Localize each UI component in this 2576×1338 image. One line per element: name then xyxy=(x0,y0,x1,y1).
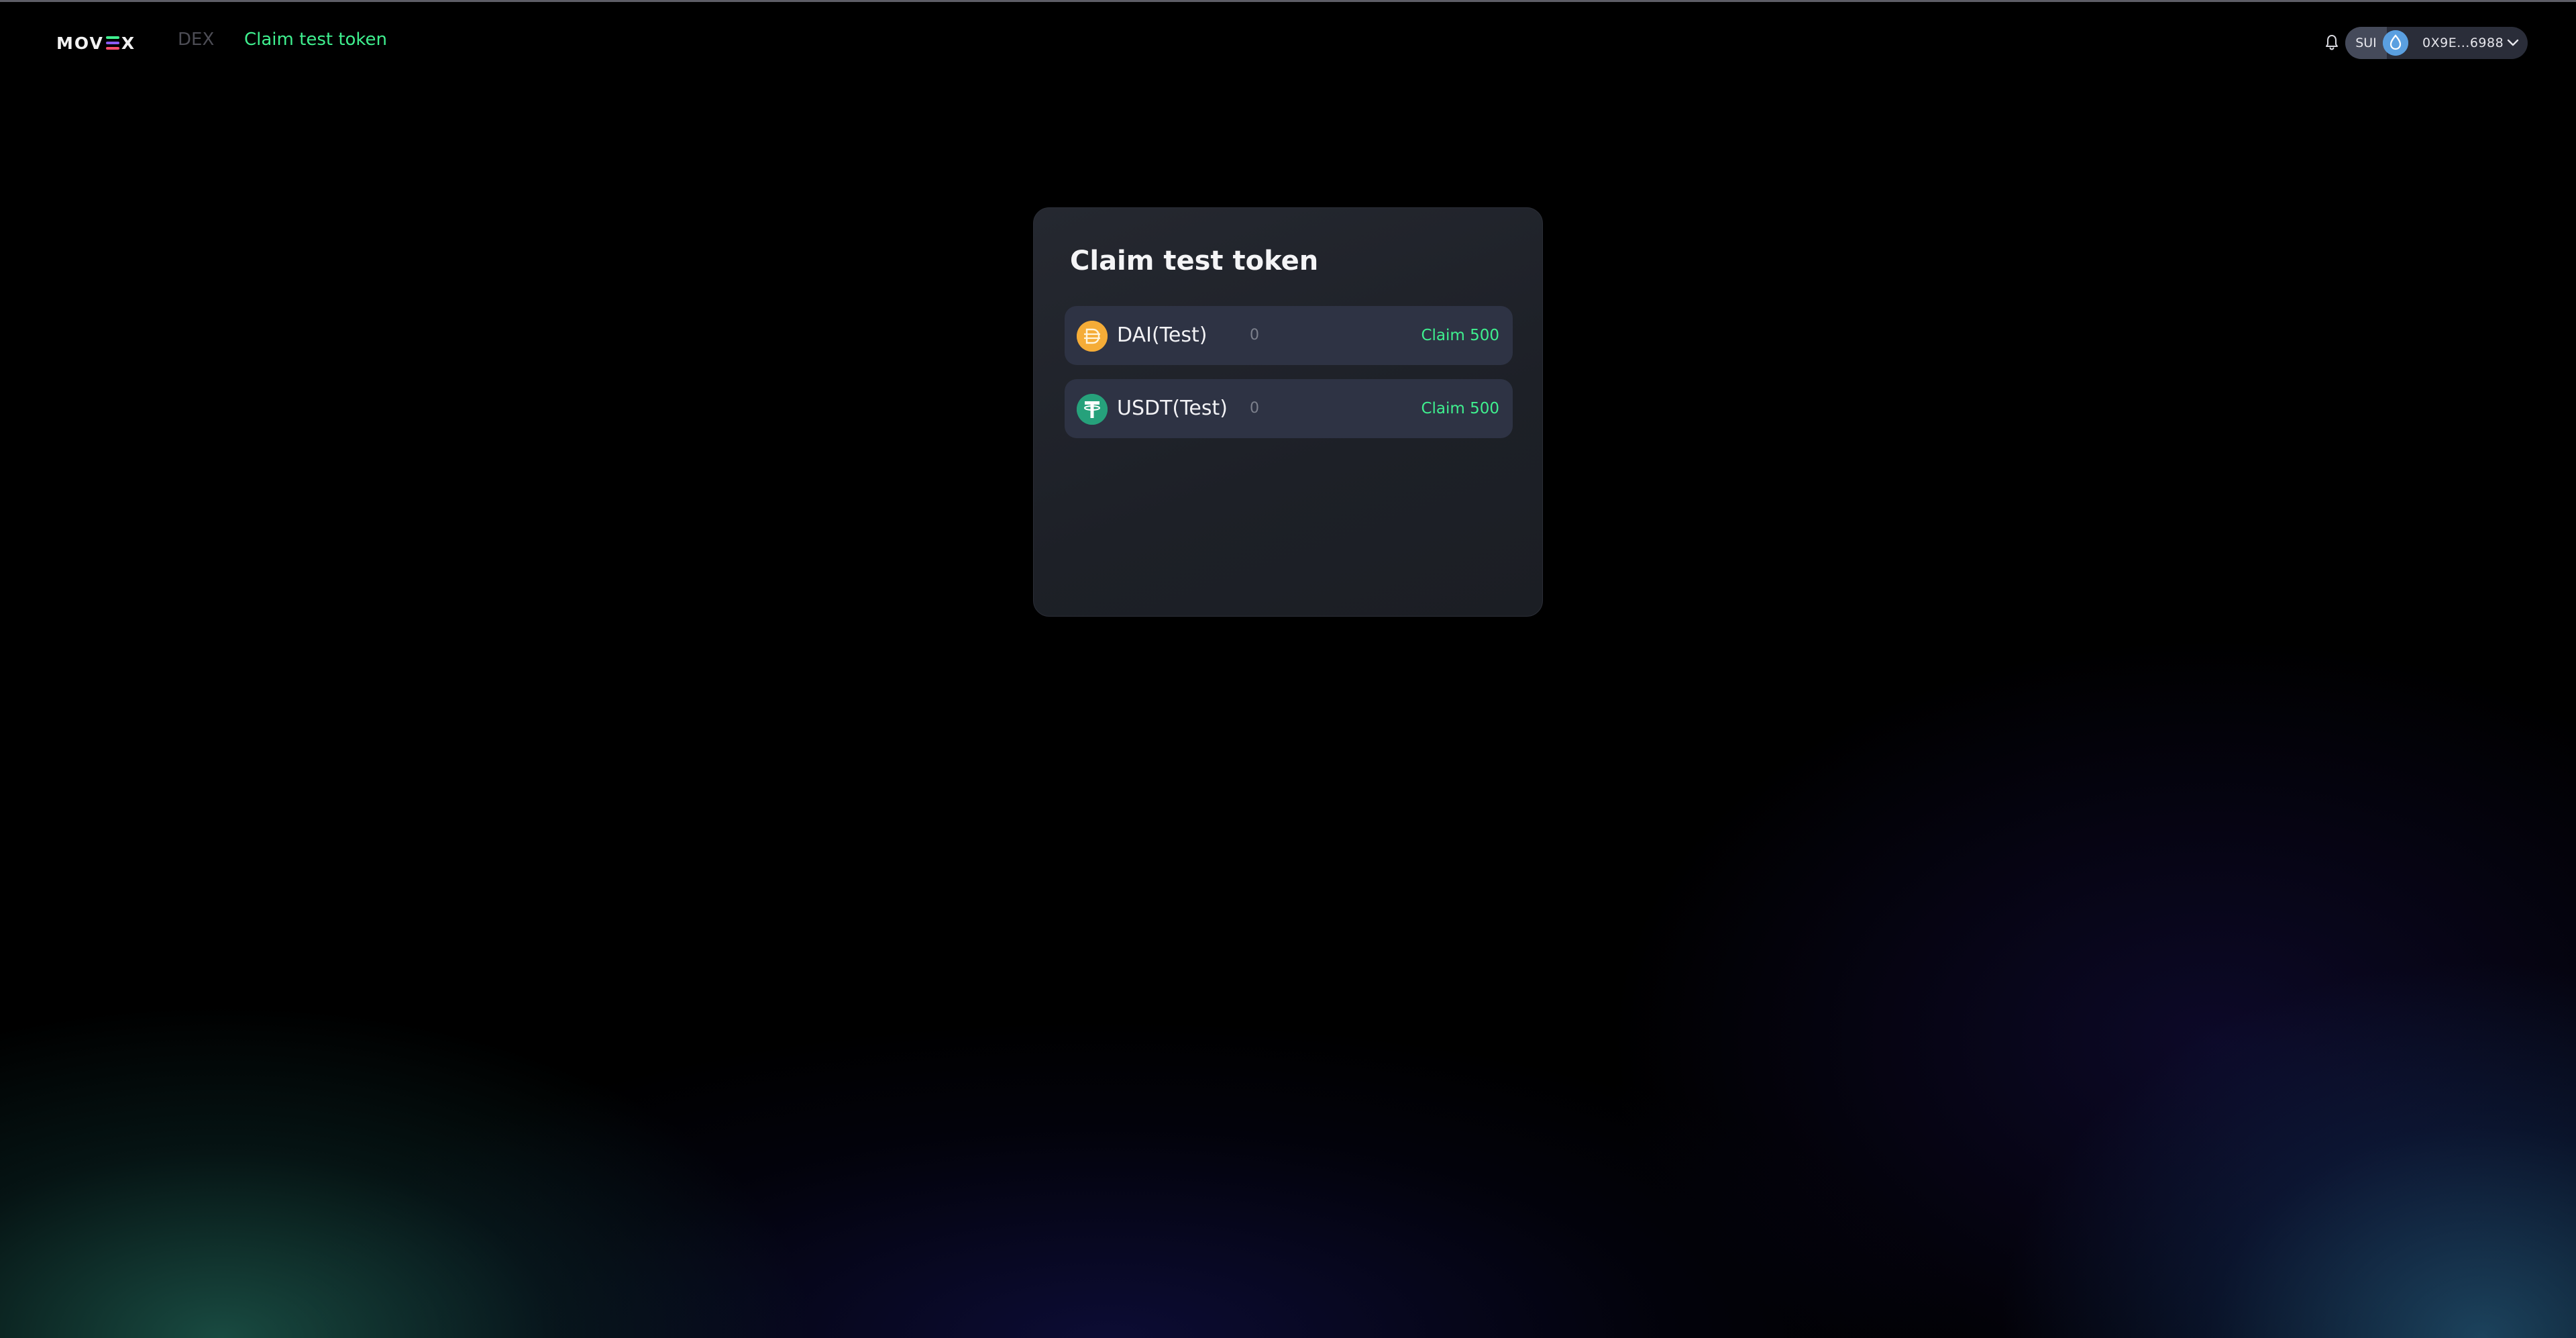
token-row-usdt: USDT(Test) 0 Claim 500 xyxy=(1065,379,1513,438)
claim-usdt-button[interactable]: Claim 500 xyxy=(1421,379,1499,438)
page: MOV X DEX Claim test token SUI 0X9E...69… xyxy=(0,0,2576,1338)
header: MOV X DEX Claim test token SUI 0X9E...69… xyxy=(0,0,2576,86)
usdt-icon xyxy=(1077,394,1108,425)
logo-prefix: MOV xyxy=(56,33,104,53)
claim-dai-button[interactable]: Claim 500 xyxy=(1421,306,1499,365)
logo-suffix: X xyxy=(121,33,136,53)
wallet-button[interactable]: SUI 0X9E...6988 xyxy=(2345,27,2528,59)
movex-logo[interactable]: MOV X xyxy=(56,31,136,55)
bell-icon[interactable] xyxy=(2324,34,2339,51)
wallet-address: 0X9E...6988 xyxy=(2422,36,2504,50)
sui-drop-icon xyxy=(2383,30,2408,56)
token-name: DAI(Test) xyxy=(1117,323,1208,347)
chevron-down-icon[interactable] xyxy=(2506,38,2520,48)
token-balance: 0 xyxy=(1250,327,1259,344)
token-row-dai: DAI(Test) 0 Claim 500 xyxy=(1065,306,1513,365)
nav-dex[interactable]: DEX xyxy=(178,30,214,50)
token-name: USDT(Test) xyxy=(1117,397,1228,420)
card-title: Claim test token xyxy=(1070,246,1319,276)
dai-icon xyxy=(1077,321,1108,352)
network-badge[interactable]: SUI xyxy=(2345,27,2387,59)
token-balance: 0 xyxy=(1250,400,1259,417)
claim-token-card: Claim test token DAI(Test) 0 Claim 500 U… xyxy=(1033,207,1543,617)
logo-e-mark-icon xyxy=(105,36,119,50)
nav-claim-test-token[interactable]: Claim test token xyxy=(244,30,387,50)
